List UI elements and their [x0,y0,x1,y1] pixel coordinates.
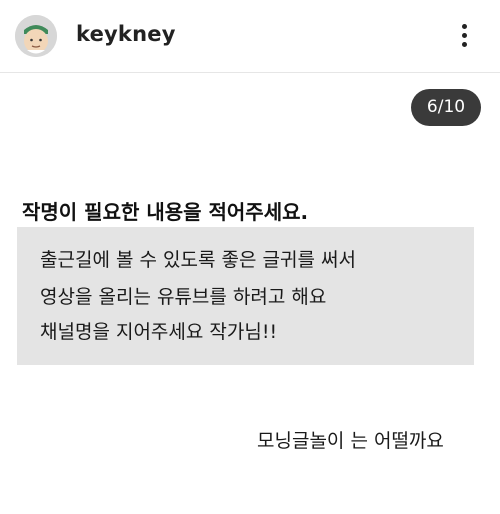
avatar[interactable] [15,15,57,57]
more-vertical-icon[interactable] [452,20,476,52]
post-heading: 작명이 필요한 내용을 적어주세요. [22,200,309,224]
page-counter-badge: 6/10 [411,89,481,126]
request-line: 영상을 올리는 유튜브를 하려고 해요 [40,286,327,308]
request-line: 채널명을 지어주세요 작가님!! [40,321,278,343]
username[interactable]: keykney [76,22,176,46]
request-box: 출근길에 볼 수 있도록 좋은 글귀를 써서 영상을 올리는 유튜브를 하려고 … [17,227,474,365]
reply-text: 모닝글놀이 는 어떨까요 [257,430,444,452]
post-header: keykney [0,0,500,73]
request-line: 출근길에 볼 수 있도록 좋은 글귀를 써서 [40,249,356,271]
cartoon-face-avatar-icon [15,15,57,57]
